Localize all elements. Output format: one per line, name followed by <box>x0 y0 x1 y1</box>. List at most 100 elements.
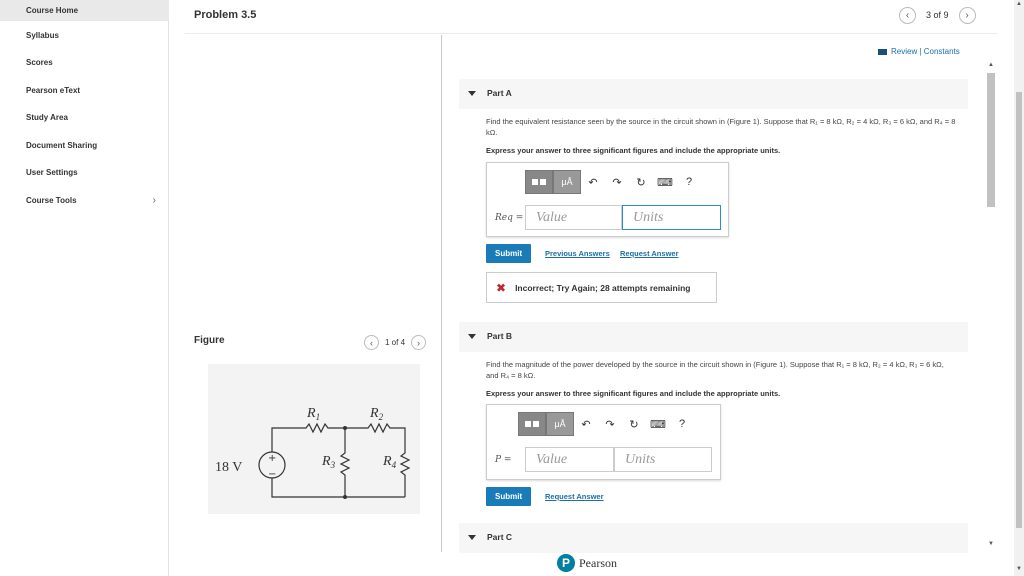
part-a-title: Part A <box>487 88 512 98</box>
page-scroll-up-icon[interactable]: ▲ <box>1014 1 1024 7</box>
units-input[interactable]: Units <box>622 205 721 230</box>
feedback-text: Incorrect; Try Again; 28 attempts remain… <box>515 282 691 293</box>
chevron-left-icon: ‹ <box>370 337 373 348</box>
header-divider <box>185 33 997 34</box>
part-a-instruction: Express your answer to three significant… <box>486 146 781 155</box>
page-title: Problem 3.5 <box>194 9 257 21</box>
sidebar-item-label: Document Sharing <box>26 141 98 150</box>
keyboard-icon[interactable]: ⌨ <box>646 412 670 436</box>
collapse-triangle-icon <box>468 334 476 339</box>
part-b-request-answer-link[interactable]: Request Answer <box>545 492 604 501</box>
r2-label: R2 <box>369 406 384 422</box>
error-x-icon: ✖ <box>496 280 507 295</box>
chevron-right-icon: › <box>152 195 156 206</box>
panel-divider <box>441 35 442 552</box>
r1-label: R1 <box>306 406 320 422</box>
source-minus: − <box>268 469 276 480</box>
template-grid-button[interactable] <box>518 412 546 436</box>
chevron-right-icon: › <box>965 9 969 21</box>
part-a-answer-row: Req = Value Units <box>495 205 721 230</box>
review-constants-link[interactable]: Review | Constants <box>878 47 960 56</box>
r4-label: R4 <box>382 454 397 470</box>
sidebar-item-label: Pearson eText <box>26 86 81 95</box>
part-b-header[interactable]: Part B <box>459 322 968 352</box>
app-window: Course Home Syllabus Scores Pearson eTex… <box>0 0 1024 576</box>
sidebar-item-course-tools[interactable]: Course Tools › <box>0 190 169 211</box>
source-voltage-label: 18 V <box>215 460 242 475</box>
help-icon[interactable]: ? <box>677 170 701 194</box>
circuit-diagram: + − 18 V R1 R2 R3 R4 <box>215 406 411 499</box>
sidebar-item-pearson-etext[interactable]: Pearson eText <box>0 80 169 101</box>
reset-icon[interactable]: ↻ <box>629 170 653 194</box>
previous-figure-button[interactable]: ‹ <box>364 335 379 350</box>
sidebar-item-syllabus[interactable]: Syllabus <box>0 25 169 46</box>
r4-resistor <box>399 452 411 497</box>
r3-label: R3 <box>321 454 336 470</box>
units-symbol-button[interactable]: μÅ <box>546 412 574 436</box>
pearson-logo-icon: P <box>557 554 575 572</box>
page-scroll-down-icon[interactable]: ▼ <box>1014 566 1024 572</box>
sidebar-item-document-sharing[interactable]: Document Sharing <box>0 135 169 156</box>
redo-icon[interactable]: ↷ <box>605 170 629 194</box>
top-wire-with-r1-r2 <box>271 422 406 452</box>
part-a-header[interactable]: Part A <box>459 79 968 109</box>
figure-pager: ‹ 1 of 4 › <box>364 335 427 350</box>
problem-pager-text: 3 of 9 <box>926 10 949 20</box>
scroll-down-arrow-icon[interactable]: ▼ <box>986 541 996 547</box>
figure-heading: Figure <box>194 335 225 346</box>
sidebar-item-label: Study Area <box>26 113 68 122</box>
keyboard-icon[interactable]: ⌨ <box>653 170 677 194</box>
sidebar-item-course-home[interactable]: Course Home <box>0 0 169 21</box>
sidebar-item-label: Syllabus <box>26 31 59 40</box>
previous-answers-link[interactable]: Previous Answers <box>545 249 610 258</box>
collapse-triangle-icon <box>468 91 476 96</box>
chevron-left-icon: ‹ <box>905 9 910 21</box>
sidebar-item-scores[interactable]: Scores <box>0 52 169 73</box>
req-label: Req = <box>495 212 524 223</box>
part-c-title: Part C <box>487 532 513 542</box>
part-a-submit-button[interactable]: Submit <box>486 244 532 263</box>
review-constants-label: Review | Constants <box>891 47 960 56</box>
math-toolbar: μÅ ↶ ↷ ↻ ⌨ ? <box>518 412 694 436</box>
reset-icon[interactable]: ↻ <box>622 412 646 436</box>
undo-icon[interactable]: ↶ <box>574 412 598 436</box>
help-icon[interactable]: ? <box>670 412 694 436</box>
part-a-question: Find the equivalent resistance seen by t… <box>486 117 956 137</box>
pearson-wordmark: Pearson <box>579 555 617 570</box>
problem-pager: ‹ 3 of 9 › <box>899 6 976 24</box>
part-c-header[interactable]: Part C <box>459 523 968 553</box>
page-scroll-thumb[interactable] <box>1016 92 1022 528</box>
part-a-request-answer-link[interactable]: Request Answer <box>620 249 679 258</box>
units-input[interactable]: Units <box>614 447 712 472</box>
sidebar-item-study-area[interactable]: Study Area <box>0 107 169 128</box>
part-b-submit-button[interactable]: Submit <box>486 487 532 506</box>
circuit-figure: + − 18 V R1 R2 R3 R4 <box>208 364 420 514</box>
part-b-question: Find the magnitude of the power develope… <box>486 360 944 380</box>
part-b-title: Part B <box>487 331 513 341</box>
content-scroll-thumb[interactable] <box>987 73 995 207</box>
part-a-answer-box: μÅ ↶ ↷ ↻ ⌨ ? Req = Value Units <box>486 162 729 237</box>
book-icon <box>878 48 887 55</box>
collapse-triangle-icon <box>468 535 476 540</box>
template-grid-button[interactable] <box>525 170 553 194</box>
previous-problem-button[interactable]: ‹ <box>899 6 916 24</box>
part-b-answer-row: P = Value Units <box>495 447 712 472</box>
incorrect-feedback: ✖ Incorrect; Try Again; 28 attempts rema… <box>486 272 717 303</box>
scroll-up-arrow-icon[interactable]: ▲ <box>986 62 996 68</box>
sidebar-item-label: Scores <box>26 58 53 67</box>
sidebar-item-user-settings[interactable]: User Settings <box>0 162 169 183</box>
sidebar-item-label: Course Tools <box>26 196 77 205</box>
next-figure-button[interactable]: › <box>411 335 427 350</box>
next-problem-button[interactable]: › <box>958 6 976 24</box>
undo-icon[interactable]: ↶ <box>581 170 605 194</box>
figure-pager-text: 1 of 4 <box>385 338 406 347</box>
value-input[interactable]: Value <box>525 447 614 472</box>
sidebar-item-label: Course Home <box>26 6 79 15</box>
math-toolbar: μÅ ↶ ↷ ↻ ⌨ ? <box>525 170 701 194</box>
units-symbol-button[interactable]: μÅ <box>553 170 581 194</box>
junction-top <box>343 426 347 430</box>
part-b-instruction: Express your answer to three significant… <box>486 389 781 398</box>
value-input[interactable]: Value <box>525 205 622 230</box>
junction-bottom <box>343 495 347 499</box>
redo-icon[interactable]: ↷ <box>598 412 622 436</box>
